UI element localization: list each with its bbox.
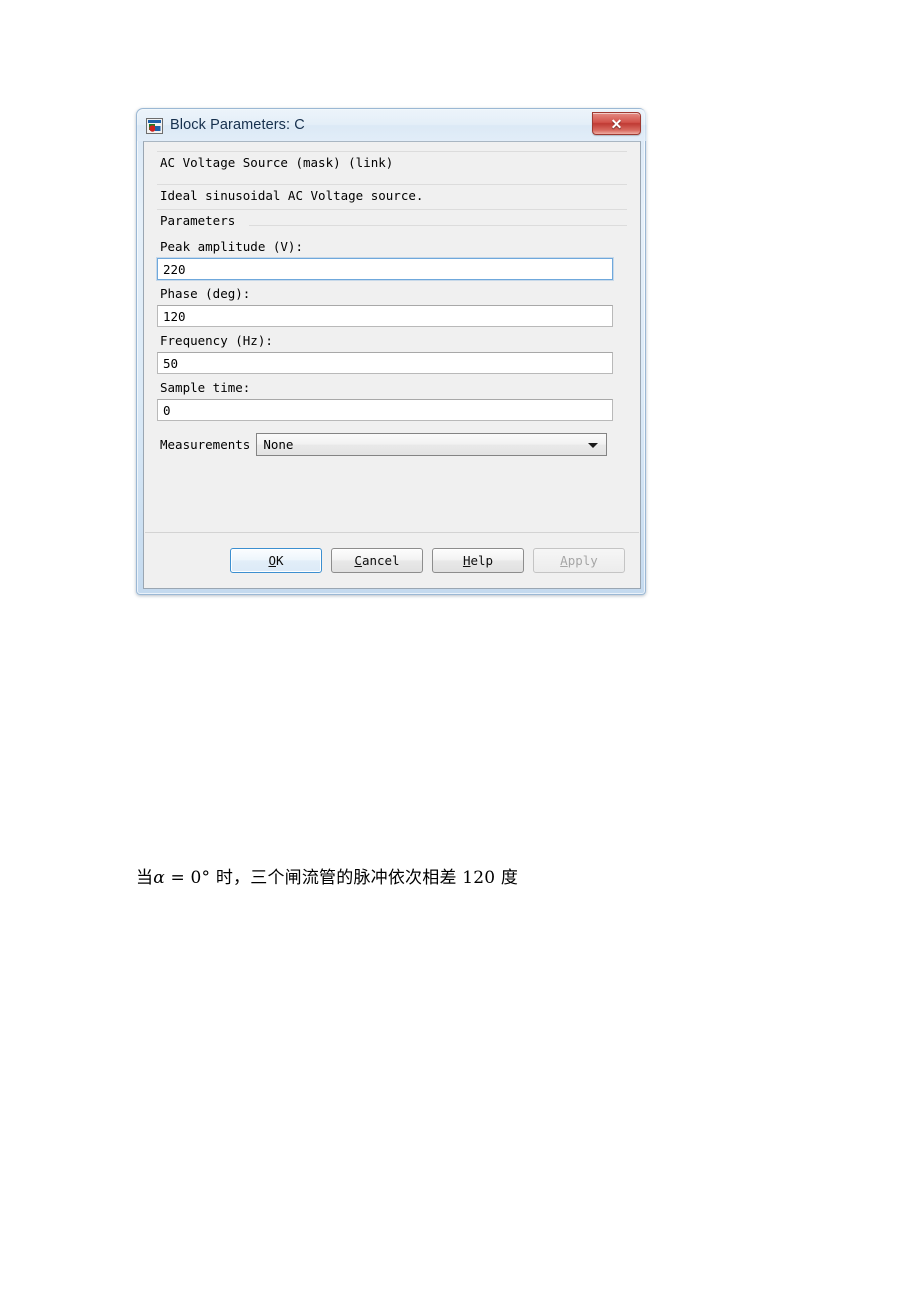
field-label-sample-time: Sample time: xyxy=(160,380,251,395)
input-sample-time[interactable] xyxy=(157,399,613,421)
description-group: AC Voltage Source (mask) (link) xyxy=(157,151,627,176)
field-peak-amplitude: Peak amplitude (V): xyxy=(157,233,627,280)
measurements-dropdown[interactable]: None xyxy=(256,433,608,456)
field-frequency: Frequency (Hz): xyxy=(157,327,627,374)
paragraph-prefix: 当 xyxy=(136,868,154,888)
field-label-peak-amplitude: Peak amplitude (V): xyxy=(160,239,303,254)
cancel-button-mnemonic: C xyxy=(354,552,362,568)
paragraph-alpha-symbol: α xyxy=(153,868,165,888)
window-title: Block Parameters: C xyxy=(170,117,305,133)
document-paragraph: 当α = 0° 时，三个闸流管的脉冲依次相差 120 度 xyxy=(136,863,518,888)
parameters-heading-rule xyxy=(249,225,627,226)
cancel-button-label: ancel xyxy=(361,552,400,568)
parameters-top-rule xyxy=(157,209,627,210)
apply-button-mnemonic: A xyxy=(560,552,568,568)
field-phase: Phase (deg): xyxy=(157,280,627,327)
chevron-down-icon xyxy=(588,442,599,448)
description-heading: AC Voltage Source (mask) (link) xyxy=(160,155,394,170)
description-mid-rule xyxy=(157,184,627,185)
measurements-selected-value: None xyxy=(263,437,294,452)
help-button[interactable]: Help xyxy=(432,547,524,573)
field-label-phase: Phase (deg): xyxy=(160,286,251,301)
block-parameters-dialog: Block Parameters: C ✕ AC Voltage Source … xyxy=(136,108,647,595)
apply-button: Apply xyxy=(533,547,625,573)
cancel-button[interactable]: Cancel xyxy=(331,547,423,573)
apply-button-label: pply xyxy=(567,552,598,568)
parameters-heading: Parameters xyxy=(160,213,236,228)
ok-button-label: K xyxy=(276,552,284,568)
parameters-panel: AC Voltage Source (mask) (link) Ideal si… xyxy=(145,143,639,533)
field-label-measurements: Measurements xyxy=(160,437,251,452)
dialog-client-area: AC Voltage Source (mask) (link) Ideal si… xyxy=(143,141,641,589)
field-measurements: Measurements None xyxy=(157,433,627,456)
description-top-rule xyxy=(157,151,627,152)
simulink-block-icon xyxy=(146,117,163,134)
paragraph-remainder: = 0° 时，三个闸流管的脉冲依次相差 120 度 xyxy=(164,868,519,888)
ok-button-mnemonic: O xyxy=(268,552,276,568)
parameters-heading-row: Parameters xyxy=(157,209,627,233)
close-button[interactable]: ✕ xyxy=(592,112,641,135)
field-sample-time: Sample time: xyxy=(157,374,627,421)
help-button-mnemonic: H xyxy=(462,552,471,568)
field-label-frequency: Frequency (Hz): xyxy=(160,333,273,348)
help-button-label: elp xyxy=(470,552,494,568)
dialog-button-bar: OK Cancel Help Apply xyxy=(145,533,639,587)
input-peak-amplitude[interactable] xyxy=(157,258,613,280)
description-body-group: Ideal sinusoidal AC Voltage source. xyxy=(157,184,627,209)
ok-button[interactable]: OK xyxy=(230,547,322,573)
close-icon: ✕ xyxy=(610,115,623,132)
input-phase[interactable] xyxy=(157,305,613,327)
title-bar[interactable]: Block Parameters: C ✕ xyxy=(137,109,647,141)
description-body: Ideal sinusoidal AC Voltage source. xyxy=(160,188,424,203)
input-frequency[interactable] xyxy=(157,352,613,374)
